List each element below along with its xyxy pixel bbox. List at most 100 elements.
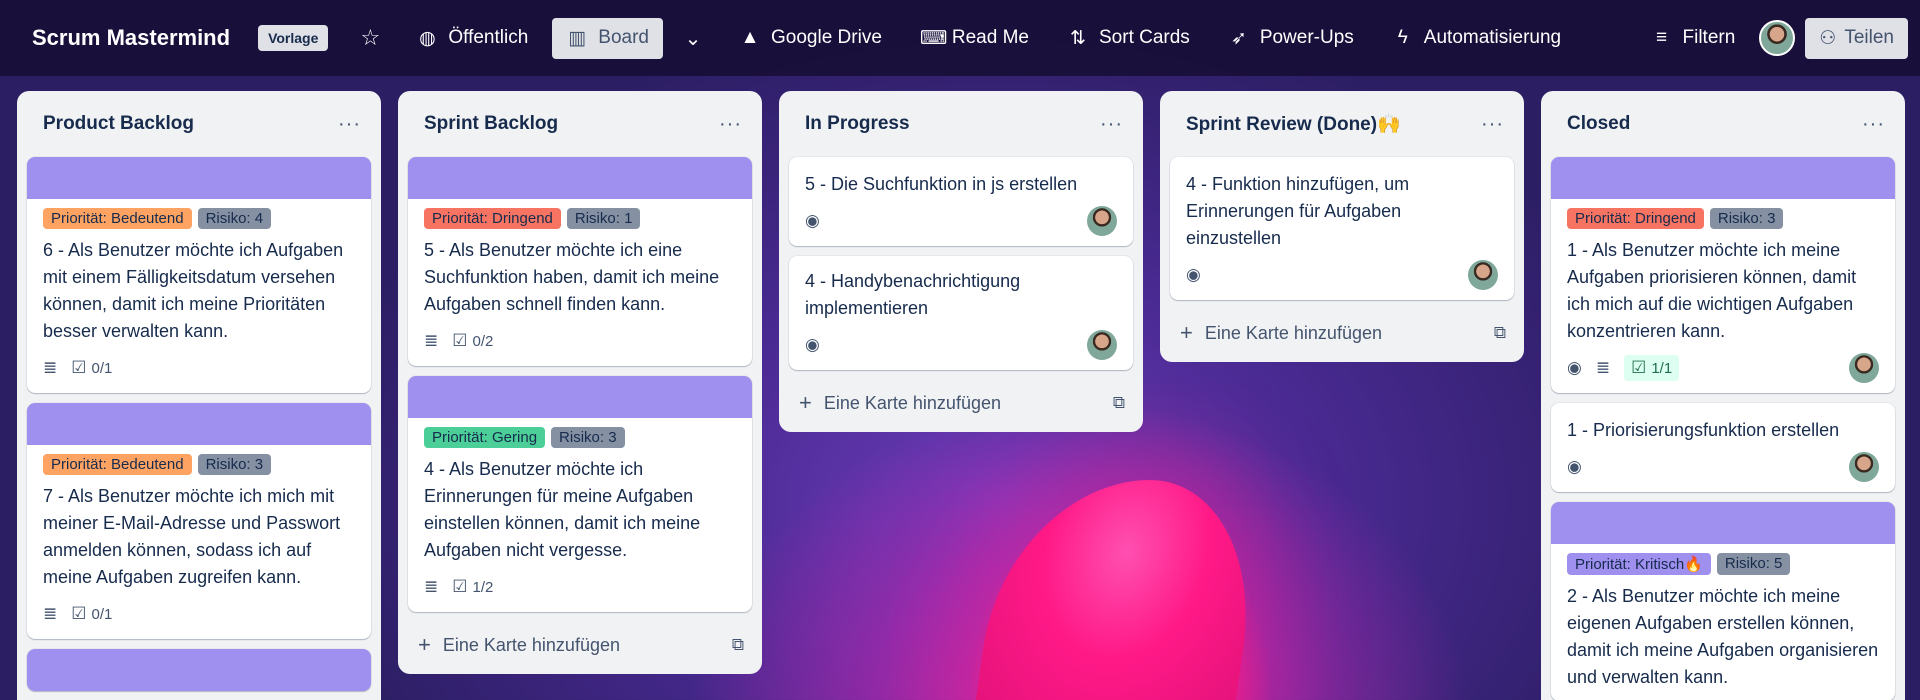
risk-label[interactable]: Risiko: 3 <box>1709 208 1784 229</box>
priority-label[interactable]: Priorität: Dringend <box>424 208 561 229</box>
share-button[interactable]: ⚇ Teilen <box>1805 17 1908 59</box>
card[interactable]: 5 - Die Suchfunktion in js erstellen ◉ <box>789 157 1133 246</box>
card-template-icon[interactable]: ⧉ <box>1113 393 1125 413</box>
add-person-icon: ⚇ <box>1819 27 1837 49</box>
risk-label[interactable]: Risiko: 3 <box>197 454 272 475</box>
card-member-avatar[interactable] <box>1087 330 1117 360</box>
card-cover <box>1551 157 1895 199</box>
list-header: Sprint Review (Done)🙌 ··· <box>1170 91 1514 157</box>
risk-label[interactable]: Risiko: 1 <box>566 208 641 229</box>
checkbox-icon: ☑ <box>452 577 468 596</box>
checklist-badge: ☑ 1/2 <box>452 577 494 596</box>
checklist-badge: ☑ 0/1 <box>71 604 113 623</box>
star-icon[interactable]: ☆ <box>350 18 390 58</box>
card-member-avatar[interactable] <box>1849 452 1879 482</box>
checklist-badge: ☑ 0/2 <box>452 331 494 350</box>
card[interactable]: Priorität: Dringend Risiko: 3 1 - Als Be… <box>1551 157 1895 393</box>
list-header: Product Backlog ··· <box>27 91 371 157</box>
list-header: Closed ··· <box>1551 91 1895 157</box>
card-title: 2 - Als Benutzer möchte ich meine eigene… <box>1567 586 1879 687</box>
checkbox-icon: ☑ <box>1631 358 1647 377</box>
list-title[interactable]: Sprint Review (Done)🙌 <box>1186 112 1401 136</box>
more-icon[interactable]: ··· <box>1481 113 1504 136</box>
board-title[interactable]: Scrum Mastermind <box>32 25 230 51</box>
card-title: 4 - Als Benutzer möchte ich Erinnerungen… <box>424 459 701 560</box>
card[interactable]: 4 - Handybenachrichtigung implementieren… <box>789 256 1133 370</box>
list-in-progress: In Progress ··· 5 - Die Suchfunktion in … <box>779 91 1143 432</box>
risk-label[interactable]: Risiko: 5 <box>1716 553 1791 575</box>
eye-icon: ◉ <box>1567 358 1582 377</box>
priority-label[interactable]: Priorität: Gering <box>424 427 546 448</box>
google-drive-button[interactable]: ▲ Google Drive <box>725 18 896 58</box>
google-drive-icon: ▲ <box>740 27 760 48</box>
sort-cards-button[interactable]: ⇅ Sort Cards <box>1053 18 1204 59</box>
more-icon[interactable]: ··· <box>1862 113 1885 136</box>
list-title[interactable]: Sprint Backlog <box>424 113 558 135</box>
description-icon: ≣ <box>43 358 58 377</box>
priority-label[interactable]: Priorität: Bedeutend <box>43 454 192 475</box>
member-avatar[interactable] <box>1759 20 1796 56</box>
filter-icon: ≡ <box>1655 27 1668 48</box>
plus-icon: + <box>799 390 812 415</box>
list-header: Sprint Backlog ··· <box>408 91 752 157</box>
add-card-button[interactable]: + Eine Karte hinzufügen ⧉ <box>789 380 1133 422</box>
visibility-button[interactable]: ◍ Öffentlich <box>402 18 542 59</box>
risk-label[interactable]: Risiko: 4 <box>197 208 272 229</box>
card[interactable]: Priorität: Bedeutend Risiko: 4 6 - Als B… <box>27 157 371 393</box>
risk-label[interactable]: Risiko: 3 <box>551 427 625 448</box>
eye-icon: ◉ <box>805 335 820 354</box>
priority-label[interactable]: Priorität: Kritisch🔥 <box>1567 553 1711 575</box>
list-title[interactable]: Closed <box>1567 113 1630 135</box>
card-template-icon[interactable]: ⧉ <box>1494 323 1506 343</box>
more-icon[interactable]: ··· <box>719 113 742 136</box>
card-cover <box>408 376 752 418</box>
card[interactable]: Priorität: Gering Risiko: 3 4 - Als Benu… <box>408 376 752 612</box>
description-icon: ≣ <box>43 604 58 623</box>
globe-icon: ◍ <box>419 27 436 49</box>
card-title: 1 - Als Benutzer möchte ich meine Aufgab… <box>1567 240 1857 341</box>
chevron-down-icon[interactable]: ⌄ <box>673 18 713 58</box>
card-title: 5 - Als Benutzer möchte ich eine Suchfun… <box>424 240 720 314</box>
list-title[interactable]: In Progress <box>805 113 910 135</box>
filter-button[interactable]: ≡ Filtern <box>1637 18 1750 58</box>
list-product-backlog: Product Backlog ··· Priorität: Bedeutend… <box>17 91 381 700</box>
card[interactable]: 1 - Priorisierungsfunktion erstellen ◉ <box>1551 403 1895 492</box>
more-icon[interactable]: ··· <box>1100 113 1123 136</box>
more-icon[interactable]: ··· <box>338 113 361 136</box>
sort-icon: ⇅ <box>1070 27 1086 49</box>
board-icon: ▥ <box>568 27 587 49</box>
card-member-avatar[interactable] <box>1087 206 1117 236</box>
power-ups-button[interactable]: ➶ Power-Ups <box>1214 18 1368 59</box>
card[interactable]: Priorität: Dringend Risiko: 1 5 - Als Be… <box>408 157 752 366</box>
checkbox-icon: ☑ <box>71 358 87 377</box>
eye-icon: ◉ <box>1186 265 1201 284</box>
description-icon: ≣ <box>424 331 439 350</box>
read-me-button[interactable]: ⌨ Read Me <box>906 18 1043 59</box>
list-title[interactable]: Product Backlog <box>43 113 194 135</box>
add-card-button[interactable]: + Eine Karte hinzufügen ⧉ <box>408 622 752 664</box>
list-closed: Closed ··· Priorität: Dringend Risiko: 3… <box>1541 91 1905 700</box>
card-title: 1 - Priorisierungsfunktion erstellen <box>1567 420 1840 440</box>
card-template-icon[interactable]: ⧉ <box>732 635 744 655</box>
priority-label[interactable]: Priorität: Dringend <box>1567 208 1704 229</box>
priority-label[interactable]: Priorität: Bedeutend <box>43 208 192 229</box>
board-header: Scrum Mastermind Vorlage ☆ ◍ Öffentlich … <box>0 0 1920 76</box>
card-title: 6 - Als Benutzer möchte ich Aufgaben mit… <box>43 240 344 341</box>
rocket-icon: ➶ <box>1230 27 1247 49</box>
automation-button[interactable]: ϟ Automatisierung <box>1378 18 1575 58</box>
card[interactable] <box>27 649 371 691</box>
card[interactable]: Priorität: Bedeutend Risiko: 3 7 - Als B… <box>27 403 371 639</box>
card-title: 5 - Die Suchfunktion in js erstellen <box>805 174 1078 194</box>
add-card-button[interactable]: + Eine Karte hinzufügen ⧉ <box>1170 310 1514 352</box>
description-icon: ≣ <box>1595 358 1611 377</box>
list-header: In Progress ··· <box>789 91 1133 157</box>
card[interactable]: 4 - Funktion hinzufügen, um Erinnerungen… <box>1170 157 1514 300</box>
card[interactable]: Priorität: Kritisch🔥 Risiko: 5 2 - Als B… <box>1551 502 1895 700</box>
card-member-avatar[interactable] <box>1468 260 1498 290</box>
card-title: 4 - Handybenachrichtigung implementieren <box>805 271 1021 318</box>
plus-icon: + <box>418 632 431 657</box>
list-sprint-review: Sprint Review (Done)🙌 ··· 4 - Funktion h… <box>1160 91 1524 362</box>
card-member-avatar[interactable] <box>1849 353 1879 383</box>
board-view-button[interactable]: ▥ Board <box>552 17 663 59</box>
card-cover <box>27 157 371 199</box>
